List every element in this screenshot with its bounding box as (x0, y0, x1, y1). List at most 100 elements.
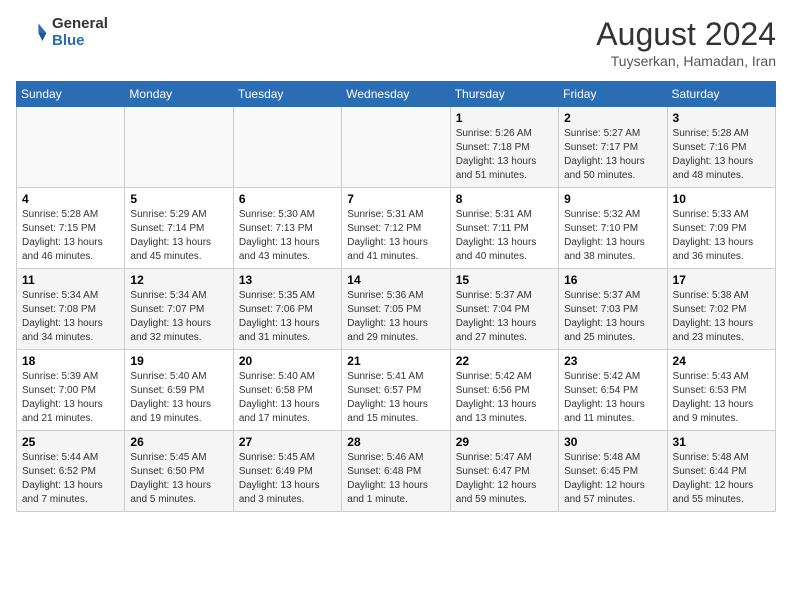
logo-blue: Blue (52, 33, 108, 50)
calendar-cell (233, 107, 341, 188)
day-number: 5 (130, 192, 227, 206)
location-title: Tuyserkan, Hamadan, Iran (596, 53, 776, 69)
day-number: 9 (564, 192, 661, 206)
day-number: 21 (347, 354, 444, 368)
page-header: General Blue August 2024 Tuyserkan, Hama… (16, 16, 776, 69)
day-number: 23 (564, 354, 661, 368)
day-info: Sunrise: 5:27 AMSunset: 7:17 PMDaylight:… (564, 127, 661, 183)
day-info: Sunrise: 5:38 AMSunset: 7:02 PMDaylight:… (673, 289, 770, 345)
weekday-header-friday: Friday (559, 82, 667, 107)
day-number: 7 (347, 192, 444, 206)
day-number: 17 (673, 273, 770, 287)
day-info: Sunrise: 5:34 AMSunset: 7:08 PMDaylight:… (22, 289, 119, 345)
day-info: Sunrise: 5:40 AMSunset: 6:58 PMDaylight:… (239, 370, 336, 426)
day-number: 27 (239, 435, 336, 449)
day-info: Sunrise: 5:34 AMSunset: 7:07 PMDaylight:… (130, 289, 227, 345)
day-number: 22 (456, 354, 553, 368)
month-year-title: August 2024 (596, 16, 776, 53)
day-info: Sunrise: 5:42 AMSunset: 6:54 PMDaylight:… (564, 370, 661, 426)
day-number: 25 (22, 435, 119, 449)
calendar-cell: 16Sunrise: 5:37 AMSunset: 7:03 PMDayligh… (559, 269, 667, 350)
calendar-cell: 13 Sunrise: 5:35 AMSunset: 7:06 PMDayligh… (233, 269, 341, 350)
calendar-cell (342, 107, 450, 188)
day-info: Sunrise: 5:28 AMSunset: 7:15 PMDaylight:… (22, 208, 119, 264)
calendar-week-4: 18 Sunrise: 5:39 AMSunset: 7:00 PMDayligh… (17, 350, 776, 431)
calendar-cell: 22Sunrise: 5:42 AMSunset: 6:56 PMDayligh… (450, 350, 558, 431)
calendar-cell: 26 Sunrise: 5:45 AMSunset: 6:50 PMDayligh… (125, 431, 233, 512)
day-info: Sunrise: 5:40 AMSunset: 6:59 PMDaylight:… (130, 370, 227, 426)
weekday-header-thursday: Thursday (450, 82, 558, 107)
calendar-cell: 5 Sunrise: 5:29 AMSunset: 7:14 PMDaylight… (125, 188, 233, 269)
calendar-cell: 18 Sunrise: 5:39 AMSunset: 7:00 PMDayligh… (17, 350, 125, 431)
calendar-cell: 7Sunrise: 5:31 AMSunset: 7:12 PMDaylight… (342, 188, 450, 269)
calendar-cell: 10 Sunrise: 5:33 AMSunset: 7:09 PMDayligh… (667, 188, 775, 269)
logo-icon (16, 17, 48, 49)
calendar-cell: 4 Sunrise: 5:28 AMSunset: 7:15 PMDaylight… (17, 188, 125, 269)
day-info: Sunrise: 5:30 AMSunset: 7:13 PMDaylight:… (239, 208, 336, 264)
day-info: Sunrise: 5:44 AMSunset: 6:52 PMDaylight:… (22, 451, 119, 507)
weekday-header-wednesday: Wednesday (342, 82, 450, 107)
day-info: Sunrise: 5:29 AMSunset: 7:14 PMDaylight:… (130, 208, 227, 264)
day-number: 2 (564, 111, 661, 125)
logo: General Blue (16, 16, 108, 49)
day-number: 13 (239, 273, 336, 287)
day-info: Sunrise: 5:45 AMSunset: 6:50 PMDaylight:… (130, 451, 227, 507)
day-number: 24 (673, 354, 770, 368)
calendar-cell: 23 Sunrise: 5:42 AMSunset: 6:54 PMDayligh… (559, 350, 667, 431)
calendar-cell: 6 Sunrise: 5:30 AMSunset: 7:13 PMDaylight… (233, 188, 341, 269)
calendar-cell: 12 Sunrise: 5:34 AMSunset: 7:07 PMDayligh… (125, 269, 233, 350)
weekday-header-monday: Monday (125, 82, 233, 107)
logo-text: General Blue (52, 16, 108, 49)
day-info: Sunrise: 5:26 AMSunset: 7:18 PMDaylight:… (456, 127, 553, 183)
calendar-cell: 15Sunrise: 5:37 AMSunset: 7:04 PMDayligh… (450, 269, 558, 350)
calendar-header-row: SundayMondayTuesdayWednesdayThursdayFrid… (17, 82, 776, 107)
day-info: Sunrise: 5:47 AMSunset: 6:47 PMDaylight:… (456, 451, 553, 507)
calendar-cell: 20Sunrise: 5:40 AMSunset: 6:58 PMDayligh… (233, 350, 341, 431)
weekday-header-sunday: Sunday (17, 82, 125, 107)
day-number: 4 (22, 192, 119, 206)
day-info: Sunrise: 5:37 AMSunset: 7:04 PMDaylight:… (456, 289, 553, 345)
day-number: 10 (673, 192, 770, 206)
day-number: 11 (22, 273, 119, 287)
calendar-cell: 29 Sunrise: 5:47 AMSunset: 6:47 PMDayligh… (450, 431, 558, 512)
calendar-cell (17, 107, 125, 188)
day-number: 6 (239, 192, 336, 206)
calendar-cell: 30Sunrise: 5:48 AMSunset: 6:45 PMDayligh… (559, 431, 667, 512)
calendar-week-3: 11 Sunrise: 5:34 AMSunset: 7:08 PMDayligh… (17, 269, 776, 350)
day-number: 30 (564, 435, 661, 449)
day-number: 1 (456, 111, 553, 125)
day-info: Sunrise: 5:46 AMSunset: 6:48 PMDaylight:… (347, 451, 444, 507)
calendar-cell: 17 Sunrise: 5:38 AMSunset: 7:02 PMDayligh… (667, 269, 775, 350)
day-number: 18 (22, 354, 119, 368)
day-info: Sunrise: 5:35 AMSunset: 7:06 PMDaylight:… (239, 289, 336, 345)
logo-general: General (52, 16, 108, 33)
calendar-cell: 3Sunrise: 5:28 AMSunset: 7:16 PMDaylight… (667, 107, 775, 188)
title-block: August 2024 Tuyserkan, Hamadan, Iran (596, 16, 776, 69)
day-number: 31 (673, 435, 770, 449)
calendar-cell: 24 Sunrise: 5:43 AMSunset: 6:53 PMDayligh… (667, 350, 775, 431)
weekday-header-tuesday: Tuesday (233, 82, 341, 107)
calendar-week-1: 1 Sunrise: 5:26 AMSunset: 7:18 PMDaylight… (17, 107, 776, 188)
day-number: 26 (130, 435, 227, 449)
day-info: Sunrise: 5:43 AMSunset: 6:53 PMDaylight:… (673, 370, 770, 426)
calendar-cell: 31Sunrise: 5:48 AMSunset: 6:44 PMDayligh… (667, 431, 775, 512)
day-info: Sunrise: 5:37 AMSunset: 7:03 PMDaylight:… (564, 289, 661, 345)
calendar-cell: 19Sunrise: 5:40 AMSunset: 6:59 PMDayligh… (125, 350, 233, 431)
day-info: Sunrise: 5:41 AMSunset: 6:57 PMDaylight:… (347, 370, 444, 426)
day-info: Sunrise: 5:31 AMSunset: 7:11 PMDaylight:… (456, 208, 553, 264)
calendar-cell: 11 Sunrise: 5:34 AMSunset: 7:08 PMDayligh… (17, 269, 125, 350)
day-info: Sunrise: 5:36 AMSunset: 7:05 PMDaylight:… (347, 289, 444, 345)
calendar-cell: 9Sunrise: 5:32 AMSunset: 7:10 PMDaylight… (559, 188, 667, 269)
day-info: Sunrise: 5:39 AMSunset: 7:00 PMDaylight:… (22, 370, 119, 426)
day-number: 12 (130, 273, 227, 287)
calendar-cell: 2 Sunrise: 5:27 AMSunset: 7:17 PMDaylight… (559, 107, 667, 188)
day-number: 29 (456, 435, 553, 449)
day-number: 8 (456, 192, 553, 206)
calendar-week-2: 4 Sunrise: 5:28 AMSunset: 7:15 PMDaylight… (17, 188, 776, 269)
calendar-cell: 28Sunrise: 5:46 AMSunset: 6:48 PMDayligh… (342, 431, 450, 512)
calendar-cell: 14 Sunrise: 5:36 AMSunset: 7:05 PMDayligh… (342, 269, 450, 350)
calendar-cell: 21 Sunrise: 5:41 AMSunset: 6:57 PMDayligh… (342, 350, 450, 431)
day-number: 14 (347, 273, 444, 287)
day-info: Sunrise: 5:33 AMSunset: 7:09 PMDaylight:… (673, 208, 770, 264)
weekday-header-saturday: Saturday (667, 82, 775, 107)
